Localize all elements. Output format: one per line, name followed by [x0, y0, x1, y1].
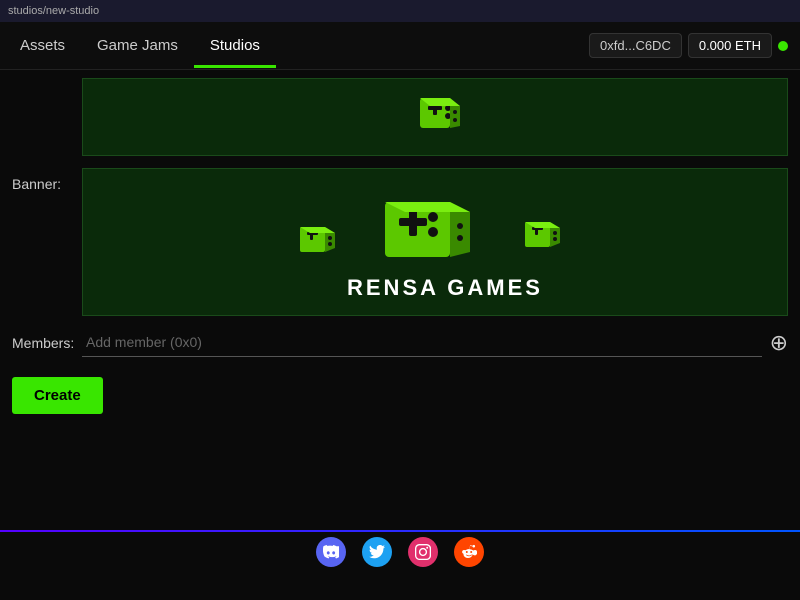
wallet-address[interactable]: 0xfd...C6DC	[589, 33, 682, 58]
banner-label: Banner:	[12, 168, 82, 192]
main-content: Banner:	[0, 70, 800, 510]
footer	[0, 532, 800, 572]
nav-item-gamejams[interactable]: Game Jams	[81, 23, 194, 68]
nav-item-assets[interactable]: Assets	[4, 23, 81, 68]
svg-text:RENSA GAMES: RENSA GAMES	[347, 275, 543, 300]
nav-bar: Assets Game Jams Studios 0xfd...C6DC 0.0…	[0, 22, 800, 70]
icon-upload-row	[12, 78, 788, 156]
nav-item-studios[interactable]: Studios	[194, 23, 276, 68]
icon-upload-area[interactable]	[82, 78, 788, 156]
instagram-icon[interactable]	[408, 537, 438, 567]
title-text: studios/new-studio	[8, 5, 99, 17]
banner-upload-row: Banner:	[12, 168, 788, 316]
create-button[interactable]: Create	[12, 377, 103, 414]
members-input[interactable]	[82, 328, 762, 357]
connection-status-dot	[778, 41, 788, 51]
add-member-button[interactable]: ⊕	[770, 332, 788, 354]
twitter-icon[interactable]	[362, 537, 392, 567]
wallet-section: 0xfd...C6DC 0.000 ETH	[589, 33, 788, 58]
reddit-icon[interactable]	[454, 537, 484, 567]
eth-balance: 0.000 ETH	[688, 33, 772, 58]
title-bar: studios/new-studio	[0, 0, 800, 22]
discord-icon[interactable]	[316, 537, 346, 567]
banner-upload-area[interactable]: RENSA GAMES	[82, 168, 788, 316]
members-label: Members:	[12, 335, 82, 351]
members-row: Members: ⊕	[12, 328, 788, 357]
icon-label	[12, 78, 82, 86]
icon-preview	[400, 88, 470, 146]
banner-preview: RENSA GAMES	[285, 177, 585, 307]
